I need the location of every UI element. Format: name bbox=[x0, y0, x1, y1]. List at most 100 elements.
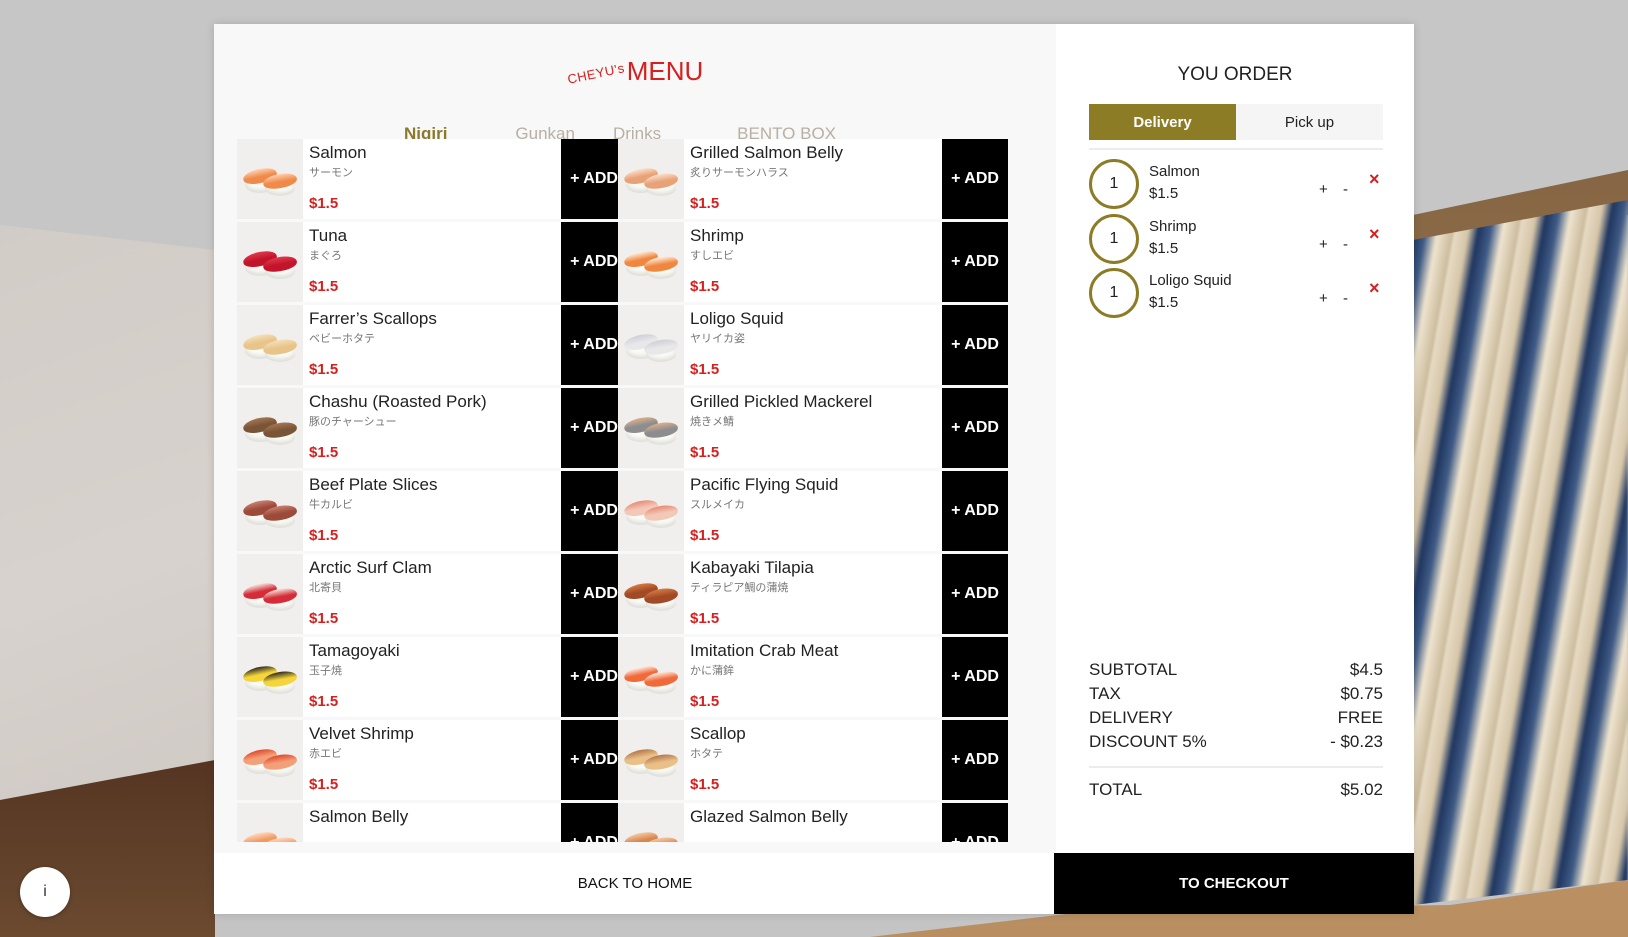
sushi-icon bbox=[622, 161, 680, 197]
menu-item-name: Tuna bbox=[309, 226, 348, 245]
total-row: TOTAL $5.02 bbox=[1089, 780, 1383, 804]
delivery-option[interactable]: Delivery bbox=[1089, 104, 1236, 140]
delivery-row: DELIVERY FREE bbox=[1089, 708, 1383, 732]
sushi-image bbox=[618, 471, 684, 551]
decrease-quantity-button[interactable]: - bbox=[1343, 236, 1348, 253]
order-item: 1 Shrimp $1.5 + - × bbox=[1089, 213, 1383, 264]
order-item: 1 Salmon $1.5 + - × bbox=[1089, 159, 1383, 209]
menu-item-price: $1.5 bbox=[309, 693, 339, 710]
menu-item-price: $1.5 bbox=[690, 776, 720, 793]
order-item-price: $1.5 bbox=[1149, 185, 1179, 202]
sushi-image bbox=[237, 637, 303, 717]
sushi-image bbox=[618, 388, 684, 468]
increase-quantity-button[interactable]: + bbox=[1319, 181, 1328, 198]
menu-item-japanese-name: かに蒲鉾 bbox=[690, 665, 734, 677]
menu-item-info: Pacific Flying Squid スルメイカ $1.5 bbox=[684, 471, 942, 551]
add-to-order-button[interactable]: + ADD bbox=[942, 471, 1008, 551]
menu-item-price: $1.5 bbox=[309, 195, 339, 212]
menu-item: Salmon サーモン $1.5 + ADD bbox=[237, 139, 627, 219]
delivery-fee-value: FREE bbox=[1337, 708, 1383, 727]
sushi-icon bbox=[622, 742, 680, 778]
sushi-icon bbox=[241, 327, 299, 363]
remove-item-icon[interactable]: × bbox=[1369, 278, 1380, 299]
menu-item-japanese-name: ベビーホタテ bbox=[309, 333, 375, 345]
menu-item-japanese-name: ヤリイカ姿 bbox=[690, 333, 745, 345]
menu-item-name: Farrer’s Scallops bbox=[309, 309, 437, 328]
menu-item: Tuna まぐろ $1.5 + ADD bbox=[237, 222, 627, 302]
back-to-home-button[interactable]: BACK TO HOME bbox=[214, 853, 1056, 914]
menu-item: Farrer’s Scallops ベビーホタテ $1.5 + ADD bbox=[237, 305, 627, 385]
menu-item-japanese-name: 玉子焼 bbox=[309, 665, 342, 677]
tax-row: TAX $0.75 bbox=[1089, 684, 1383, 708]
menu-item: Pacific Flying Squid スルメイカ $1.5 + ADD bbox=[618, 471, 1008, 551]
brand-title: CHEYU'sMENU bbox=[214, 56, 1056, 116]
sushi-image bbox=[618, 637, 684, 717]
menu-item-price: $1.5 bbox=[690, 527, 720, 544]
menu-item-name: Beef Plate Slices bbox=[309, 475, 438, 494]
increase-quantity-button[interactable]: + bbox=[1319, 236, 1328, 253]
menu-grid: Salmon サーモン $1.5 + ADD Grilled Salmon Be… bbox=[237, 139, 1033, 842]
menu-item-price: $1.5 bbox=[690, 195, 720, 212]
checkout-button[interactable]: TO CHECKOUT bbox=[1054, 853, 1414, 914]
sushi-icon bbox=[622, 410, 680, 446]
sushi-icon bbox=[241, 659, 299, 695]
menu-item-info: Loligo Squid ヤリイカ姿 $1.5 bbox=[684, 305, 942, 385]
add-to-order-button[interactable]: + ADD bbox=[942, 305, 1008, 385]
add-to-order-button[interactable]: + ADD bbox=[942, 803, 1008, 842]
subtotal-row: SUBTOTAL $4.5 bbox=[1089, 660, 1383, 684]
menu-item-japanese-name: すしエビ bbox=[690, 250, 734, 262]
sushi-image bbox=[618, 554, 684, 634]
remove-item-icon[interactable]: × bbox=[1369, 224, 1380, 245]
info-button[interactable]: i bbox=[20, 867, 70, 917]
summary-divider bbox=[1089, 766, 1383, 768]
remove-item-icon[interactable]: × bbox=[1369, 169, 1380, 190]
order-item-name: Shrimp bbox=[1149, 217, 1197, 235]
sushi-image bbox=[618, 803, 684, 842]
decrease-quantity-button[interactable]: - bbox=[1343, 290, 1348, 307]
pickup-option[interactable]: Pick up bbox=[1236, 104, 1383, 140]
discount-value: - $0.23 bbox=[1330, 732, 1383, 751]
add-to-order-button[interactable]: + ADD bbox=[942, 388, 1008, 468]
menu-item-price: $1.5 bbox=[309, 527, 339, 544]
sushi-icon bbox=[241, 825, 299, 842]
menu-item: Loligo Squid ヤリイカ姿 $1.5 + ADD bbox=[618, 305, 1008, 385]
order-title: YOU ORDER bbox=[1177, 64, 1293, 85]
menu-item-price: $1.5 bbox=[309, 361, 339, 378]
menu-heading: MENU bbox=[626, 56, 704, 86]
menu-item: Kabayaki Tilapia ティラピア鯛の蒲焼 $1.5 + ADD bbox=[618, 554, 1008, 634]
sushi-image bbox=[618, 139, 684, 219]
sushi-image bbox=[237, 803, 303, 842]
order-panel: YOU ORDER Delivery Pick up 1 Salmon $1.5… bbox=[1056, 24, 1414, 853]
decrease-quantity-button[interactable]: - bbox=[1343, 181, 1348, 198]
increase-quantity-button[interactable]: + bbox=[1319, 290, 1328, 307]
menu-item-name: Imitation Crab Meat bbox=[690, 641, 839, 660]
menu-item-price: $1.5 bbox=[690, 361, 720, 378]
add-to-order-button[interactable]: + ADD bbox=[942, 222, 1008, 302]
menu-item-info: Velvet Shrimp 赤エビ $1.5 bbox=[303, 720, 561, 800]
menu-item-info: Farrer’s Scallops ベビーホタテ $1.5 bbox=[303, 305, 561, 385]
tax-value: $0.75 bbox=[1340, 684, 1383, 703]
fulfillment-toggle: Delivery Pick up bbox=[1089, 104, 1383, 140]
menu-item: Chashu (Roasted Pork) 豚のチャーシュー $1.5 + AD… bbox=[237, 388, 627, 468]
add-to-order-button[interactable]: + ADD bbox=[942, 637, 1008, 717]
sushi-image bbox=[237, 388, 303, 468]
discount-label: DISCOUNT 5% bbox=[1089, 732, 1207, 751]
total-label: TOTAL bbox=[1089, 780, 1143, 799]
add-to-order-button[interactable]: + ADD bbox=[942, 139, 1008, 219]
sushi-icon bbox=[241, 493, 299, 529]
menu-item: Salmon Belly + ADD bbox=[237, 803, 627, 842]
menu-item-price: $1.5 bbox=[309, 776, 339, 793]
menu-item-price: $1.5 bbox=[309, 444, 339, 461]
add-to-order-button[interactable]: + ADD bbox=[942, 554, 1008, 634]
menu-item: Scallop ホタテ $1.5 + ADD bbox=[618, 720, 1008, 800]
menu-item-info: Chashu (Roasted Pork) 豚のチャーシュー $1.5 bbox=[303, 388, 561, 468]
menu-item: Imitation Crab Meat かに蒲鉾 $1.5 + ADD bbox=[618, 637, 1008, 717]
sushi-icon bbox=[241, 161, 299, 197]
quantity-badge: 1 bbox=[1089, 159, 1139, 209]
add-to-order-button[interactable]: + ADD bbox=[942, 720, 1008, 800]
menu-item-info: Grilled Salmon Belly 炙りサーモンハラス $1.5 bbox=[684, 139, 942, 219]
menu-item-info: Tuna まぐろ $1.5 bbox=[303, 222, 561, 302]
menu-item-japanese-name: まぐろ bbox=[309, 250, 342, 262]
tax-label: TAX bbox=[1089, 684, 1121, 703]
menu-item-info: Grilled Pickled Mackerel 焼きメ鯖 $1.5 bbox=[684, 388, 942, 468]
